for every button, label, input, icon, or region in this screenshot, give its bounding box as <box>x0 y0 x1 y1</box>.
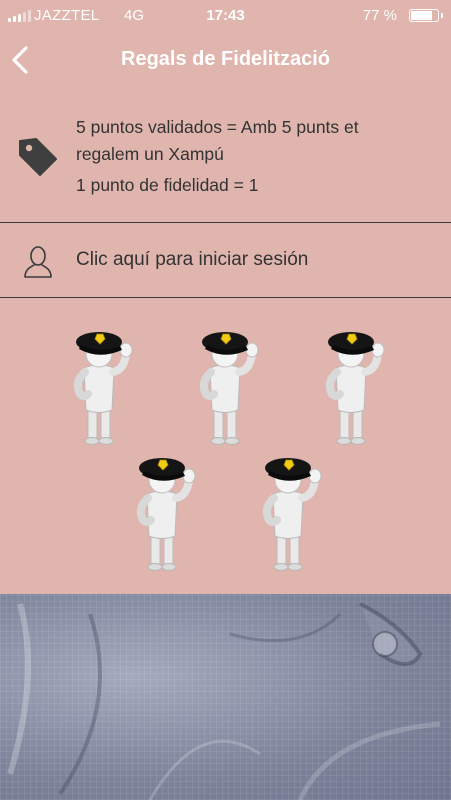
decorative-background-image <box>0 594 451 800</box>
loyalty-stamp <box>180 320 270 450</box>
texture-overlay <box>7 602 441 800</box>
battery-percent: 77 % <box>362 7 397 24</box>
login-link[interactable]: Clic aquí para iniciar sesión <box>76 249 308 271</box>
divider <box>0 222 451 223</box>
loyalty-stamp <box>306 320 396 450</box>
user-icon <box>24 246 52 278</box>
reward-rule-line-1: 5 puntos validados = Amb 5 punts et <box>76 117 359 137</box>
page-title: Regals de Fidelització <box>121 48 330 70</box>
loyalty-stamp <box>243 446 333 576</box>
loyalty-stamp <box>117 446 207 576</box>
loyalty-stamp <box>54 320 144 450</box>
status-bar: JAZZTEL 4G 17:43 77 % <box>0 0 451 30</box>
reward-rule-line-2: regalem un Xampú <box>76 144 224 164</box>
battery-icon <box>409 9 443 22</box>
price-tag-icon <box>19 138 57 176</box>
nav-bar: Regals de Fidelització <box>0 30 451 90</box>
points-rule-line: 1 punto de fidelidad = 1 <box>76 175 259 195</box>
reward-info-section <box>0 92 451 222</box>
loyalty-stamps-grid <box>0 298 451 594</box>
